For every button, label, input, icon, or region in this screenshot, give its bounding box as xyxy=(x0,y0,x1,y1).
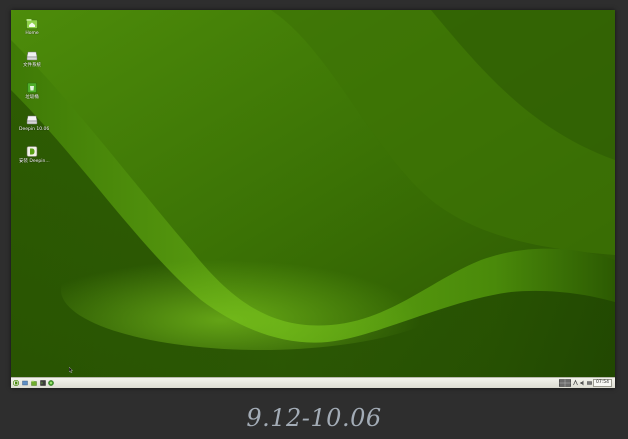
trash-icon xyxy=(27,82,37,93)
desktop-icon-trash[interactable]: 垃圾桶 xyxy=(19,82,45,100)
desktop-screen: Home 文件系统 垃圾桶 Deepin 10.06 安装 Deepin... … xyxy=(11,10,615,388)
disc-drive-icon xyxy=(26,115,38,125)
drive-icon xyxy=(26,51,38,61)
home-folder-icon xyxy=(26,19,38,29)
version-caption: 9.12-10.06 xyxy=(246,404,382,432)
desktop-wallpaper xyxy=(11,10,615,377)
file-manager-icon[interactable] xyxy=(31,380,37,386)
browser-icon[interactable] xyxy=(48,380,54,386)
desktop-icon-label: 安装 Deepin... xyxy=(19,159,50,164)
deepin-install-icon xyxy=(26,146,38,157)
network-icon[interactable] xyxy=(573,379,578,387)
desktop-icon-filesystem[interactable]: 文件系统 xyxy=(19,50,45,68)
desktop-icon-deepin-disc[interactable]: Deepin 10.06 xyxy=(19,114,50,132)
terminal-icon[interactable] xyxy=(40,380,46,386)
desktop-icon-label: 文件系统 xyxy=(23,63,41,68)
taskbar-clock[interactable]: 07:54 xyxy=(593,379,612,387)
presentation-frame: Home 文件系统 垃圾桶 Deepin 10.06 安装 Deepin... … xyxy=(0,0,628,439)
desktop-icon-install-deepin[interactable]: 安装 Deepin... xyxy=(19,146,50,164)
desktop-icon-label: 垃圾桶 xyxy=(25,95,39,100)
desktop-icon-home[interactable]: Home xyxy=(19,18,45,36)
mouse-pointer-icon xyxy=(69,367,73,373)
taskbar: 07:54 xyxy=(11,377,615,388)
desktop-icon-label: Home xyxy=(25,31,39,36)
show-desktop-icon[interactable] xyxy=(22,380,28,386)
keyboard-icon[interactable] xyxy=(587,379,592,387)
deepin-menu-icon[interactable] xyxy=(13,380,19,386)
desktop-icon-label: Deepin 10.06 xyxy=(19,127,50,132)
volume-icon[interactable] xyxy=(580,379,585,387)
workspace-switcher-icon[interactable] xyxy=(559,379,571,387)
